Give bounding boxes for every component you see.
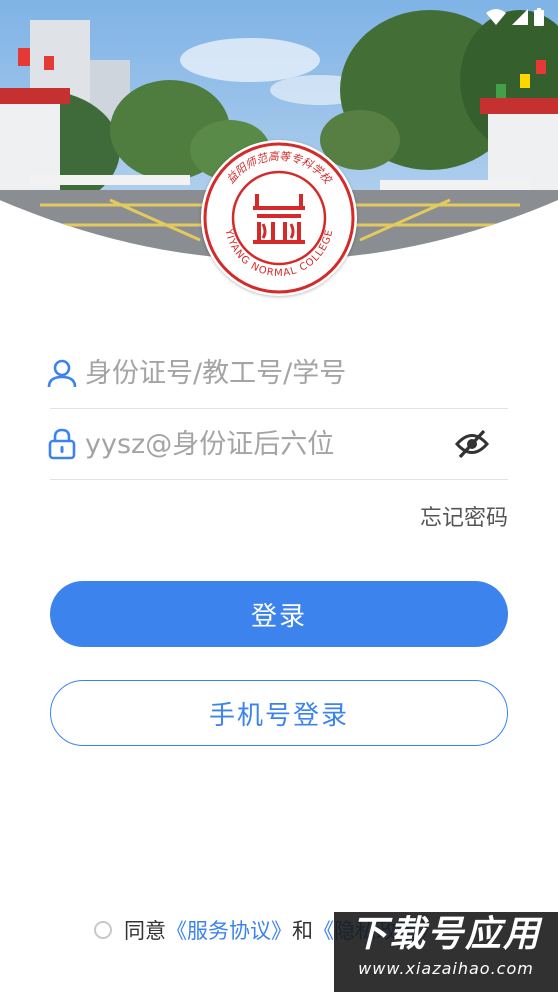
password-field xyxy=(47,409,508,480)
signal-icon xyxy=(512,9,528,29)
login-screen: 益阳师范高等专科学校 YIYANG NORMAL COLLEGE 身份证号/教工… xyxy=(0,0,558,992)
watermark-title: 下载号应用 xyxy=(350,914,541,955)
forgot-password-link[interactable]: 忘记密码 xyxy=(420,500,508,532)
agreement-radio[interactable] xyxy=(94,921,112,939)
service-terms-link[interactable]: 《服务协议》 xyxy=(166,915,292,945)
wifi-icon xyxy=(486,9,506,29)
college-logo: 益阳师范高等专科学校 YIYANG NORMAL COLLEGE xyxy=(201,140,357,296)
account-input[interactable] xyxy=(85,357,508,389)
status-bar xyxy=(0,0,558,36)
lock-icon xyxy=(47,428,77,460)
user-icon xyxy=(47,358,77,388)
and-text: 和 xyxy=(292,919,313,943)
eye-off-icon[interactable] xyxy=(454,429,490,459)
account-field xyxy=(47,338,508,409)
phone-login-button[interactable]: 手机号登录 xyxy=(50,680,508,746)
login-button[interactable]: 登录 xyxy=(50,581,508,647)
battery-icon xyxy=(534,8,544,30)
password-input[interactable] xyxy=(85,428,508,460)
watermark: 下载号应用 www.xiazaihao.com xyxy=(334,912,558,992)
watermark-url: www.xiazaihao.com xyxy=(358,959,534,978)
agree-text: 同意 xyxy=(124,919,166,943)
